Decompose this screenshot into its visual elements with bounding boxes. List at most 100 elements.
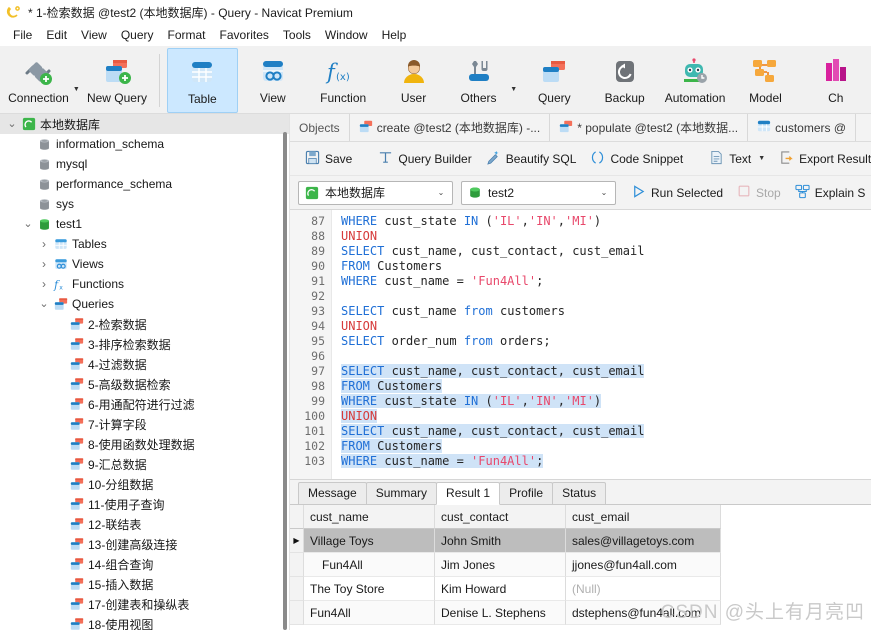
chevron-down-icon[interactable]: ⌄ — [432, 188, 450, 197]
chevron-down-icon[interactable]: ⌄ — [36, 298, 52, 310]
table-row[interactable]: Fun4All Jim Jones jjones@fun4all.com — [290, 553, 871, 577]
connection-select[interactable]: 本地数据库 ⌄ — [298, 180, 453, 205]
result-tab-message[interactable]: Message — [298, 482, 367, 504]
column-header-cust_contact[interactable]: cust_contact — [435, 505, 566, 529]
code-line[interactable] — [341, 289, 871, 304]
menu-format[interactable]: Format — [161, 26, 213, 44]
column-header-cust_name[interactable]: cust_name — [304, 505, 435, 529]
tree-item-11[interactable]: 3-排序检索数据 — [0, 334, 289, 354]
code-line[interactable]: SELECT order_num from orders; — [341, 334, 871, 349]
tree-item-1[interactable]: information_schema — [0, 134, 289, 154]
query-builder-button[interactable]: Query Builder — [371, 147, 478, 171]
explain-sql-button[interactable]: Explain S — [788, 181, 871, 205]
menu-view[interactable]: View — [74, 26, 114, 44]
toolbar-button-table[interactable]: Table — [167, 48, 238, 113]
sql-editor[interactable]: 87 88 89 90 91 92 93 94 95 96 97 98 99 100 101 102 103 W… — [290, 210, 871, 480]
chevron-right-icon[interactable]: › — [36, 258, 52, 270]
tree-item-24[interactable]: 17-创建表和操纵表 — [0, 594, 289, 614]
chevron-down-icon[interactable]: ⌄ — [595, 188, 613, 197]
row-indicator[interactable] — [290, 553, 304, 577]
beautify-sql-button[interactable]: Beautify SQL — [479, 147, 584, 171]
tree-item-7[interactable]: › Views — [0, 254, 289, 274]
tree-item-17[interactable]: 9-汇总数据 — [0, 454, 289, 474]
cell-cust_name[interactable]: The Toy Store — [304, 577, 435, 601]
code-line[interactable]: SELECT cust_name, cust_contact, cust_ema… — [341, 424, 871, 439]
code-line[interactable]: UNION — [341, 409, 871, 424]
result-tab-result-1[interactable]: Result 1 — [436, 482, 501, 505]
row-indicator[interactable] — [290, 601, 304, 625]
connection-dropdown-caret-icon[interactable]: ▼ — [71, 48, 82, 113]
menu-file[interactable]: File — [6, 26, 39, 44]
tree-item-13[interactable]: 5-高级数据检索 — [0, 374, 289, 394]
result-tab-status[interactable]: Status — [552, 482, 607, 504]
tree-item-9[interactable]: ⌄ Queries — [0, 294, 289, 314]
tab-objects[interactable]: Objects — [290, 114, 350, 141]
tree-item-20[interactable]: 12-联结表 — [0, 514, 289, 534]
current-row-arrow-icon[interactable]: ▶ — [290, 529, 304, 553]
export-result-button[interactable]: Export Result — [772, 147, 871, 171]
cell-cust_name[interactable]: Fun4All — [304, 601, 435, 625]
text-mode-button[interactable]: Text ▼ — [702, 147, 772, 171]
text-mode-caret-icon[interactable]: ▼ — [758, 155, 765, 162]
toolbar-button-function[interactable]: f (x) Function — [308, 48, 378, 113]
tree-item-16[interactable]: 8-使用函数处理数据 — [0, 434, 289, 454]
tree-item-14[interactable]: 6-用通配符进行过滤 — [0, 394, 289, 414]
stop-button[interactable]: Stop — [730, 181, 788, 204]
tree-item-3[interactable]: performance_schema — [0, 174, 289, 194]
cell-cust_contact[interactable]: Denise L. Stephens — [435, 601, 566, 625]
menu-window[interactable]: Window — [318, 26, 375, 44]
code-line[interactable]: FROM Customers — [341, 259, 871, 274]
cell-cust_email[interactable]: dstephens@fun4all.com — [566, 601, 721, 625]
cell-cust_contact[interactable]: John Smith — [435, 529, 566, 553]
toolbar-button-connection[interactable]: Connection — [6, 48, 71, 113]
tree-item-23[interactable]: 15-插入数据 — [0, 574, 289, 594]
result-grid[interactable]: cust_name cust_contact cust_email ▶ Village… — [290, 505, 871, 630]
tree-item-10[interactable]: 2-检索数据 — [0, 314, 289, 334]
toolbar-button-user[interactable]: User — [378, 48, 448, 113]
code-line[interactable]: UNION — [341, 229, 871, 244]
tree-item-19[interactable]: 11-使用子查询 — [0, 494, 289, 514]
toolbar-button-new-query[interactable]: New Query — [82, 48, 152, 113]
tree-item-15[interactable]: 7-计算字段 — [0, 414, 289, 434]
cell-cust_email[interactable]: jjones@fun4all.com — [566, 553, 721, 577]
code-line[interactable] — [341, 349, 871, 364]
cell-cust_email[interactable]: (Null) — [566, 577, 721, 601]
tree-item-18[interactable]: 10-分组数据 — [0, 474, 289, 494]
code-line[interactable]: SELECT cust_name, cust_contact, cust_ema… — [341, 244, 871, 259]
chevron-down-icon[interactable]: ⌄ — [4, 118, 20, 130]
tree-item-6[interactable]: › Tables — [0, 234, 289, 254]
tree-item-21[interactable]: 13-创建高级连接 — [0, 534, 289, 554]
save-button[interactable]: Save — [298, 147, 359, 171]
tree-item-25[interactable]: 18-使用视图 — [0, 614, 289, 630]
chevron-right-icon[interactable]: › — [36, 278, 52, 290]
table-row[interactable]: The Toy Store Kim Howard (Null) — [290, 577, 871, 601]
tree-item-22[interactable]: 14-组合查询 — [0, 554, 289, 574]
code-snippet-button[interactable]: Code Snippet — [583, 147, 690, 171]
others-dropdown-caret-icon[interactable]: ▼ — [508, 48, 519, 113]
column-header-cust_email[interactable]: cust_email — [566, 505, 721, 529]
cell-cust_name[interactable]: Fun4All — [304, 553, 435, 577]
sidebar-scrollbar[interactable] — [283, 132, 287, 630]
tree-item-12[interactable]: 4-过滤数据 — [0, 354, 289, 374]
code-line[interactable]: UNION — [341, 319, 871, 334]
toolbar-button-backup[interactable]: Backup — [590, 48, 660, 113]
tree-item-8[interactable]: › f x Functions — [0, 274, 289, 294]
tab-create-query[interactable]: create @test2 (本地数据库) -... — [350, 114, 551, 141]
code-line[interactable]: WHERE cust_name = 'Fun4All'; — [341, 274, 871, 289]
tree-item-0[interactable]: ⌄ 本地数据库 — [0, 114, 289, 134]
table-row[interactable]: ▶ Village Toys John Smith sales@villagetoys… — [290, 529, 871, 553]
editor-code-area[interactable]: WHERE cust_state IN ('IL','IN','MI') UNIO… — [332, 210, 871, 479]
menu-query[interactable]: Query — [114, 26, 161, 44]
menu-help[interactable]: Help — [375, 26, 414, 44]
menu-tools[interactable]: Tools — [276, 26, 318, 44]
toolbar-button-automation[interactable]: Automation — [660, 48, 730, 113]
cell-cust_contact[interactable]: Jim Jones — [435, 553, 566, 577]
cell-cust_contact[interactable]: Kim Howard — [435, 577, 566, 601]
code-line[interactable]: WHERE cust_name = 'Fun4All'; — [341, 454, 871, 469]
code-line[interactable]: WHERE cust_state IN ('IL','IN','MI') — [341, 214, 871, 229]
result-grid-body[interactable]: ▶ Village Toys John Smith sales@villagetoys… — [290, 529, 871, 625]
cell-cust_name[interactable]: Village Toys — [304, 529, 435, 553]
cell-cust_email[interactable]: sales@villagetoys.com — [566, 529, 721, 553]
menu-edit[interactable]: Edit — [39, 26, 74, 44]
code-line[interactable]: WHERE cust_state IN ('IL','IN','MI') — [341, 394, 871, 409]
